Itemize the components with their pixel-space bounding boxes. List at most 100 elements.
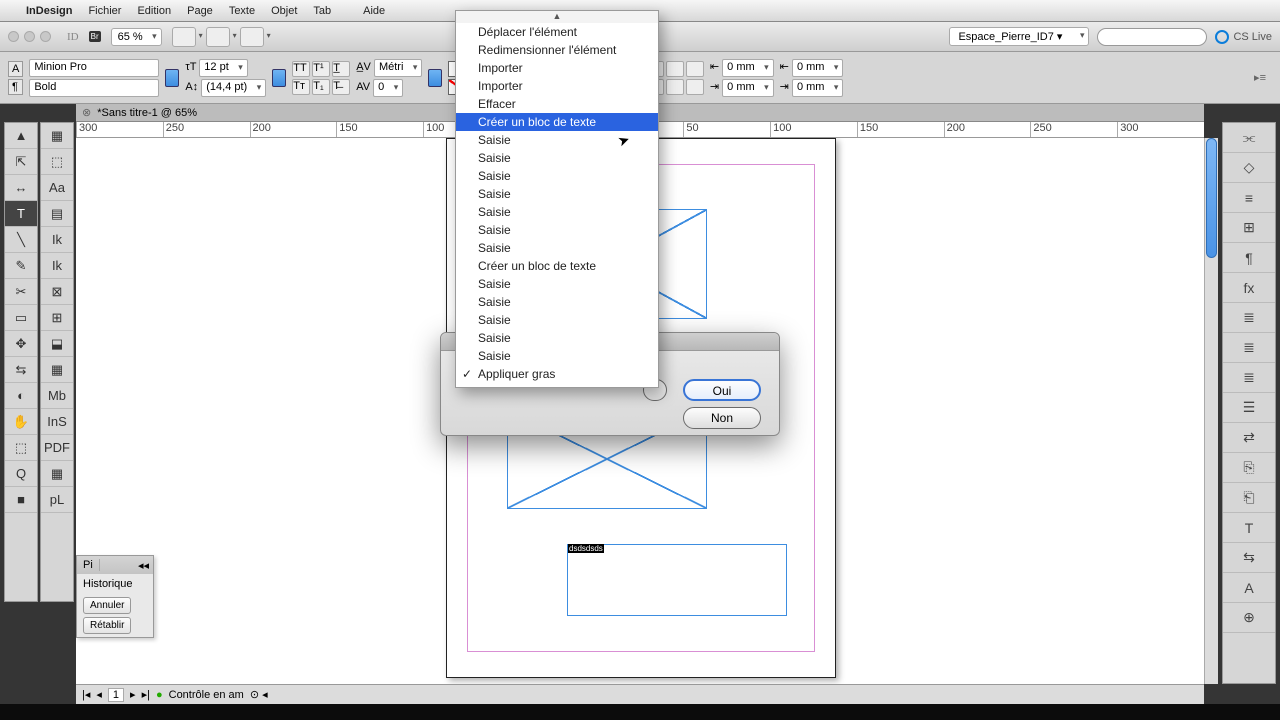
redo-button[interactable]: Rétablir <box>83 617 131 634</box>
panel-shortcut-button[interactable]: ⊞ <box>1223 213 1275 243</box>
tool-button[interactable]: T <box>5 201 37 227</box>
font-stepper[interactable] <box>165 69 179 87</box>
tool-button[interactable]: ✥ <box>5 331 37 357</box>
history-dropdown-menu[interactable]: ▲ Déplacer l'élémentRedimensionner l'élé… <box>455 10 659 388</box>
tool-button[interactable]: ✎ <box>5 253 37 279</box>
search-input[interactable] <box>1097 28 1207 46</box>
history-menu-item[interactable]: Saisie <box>456 311 658 329</box>
tool-button[interactable]: InS <box>41 409 73 435</box>
tool-button[interactable]: ⬚ <box>5 435 37 461</box>
history-menu-item[interactable]: Créer un bloc de texte <box>456 113 658 131</box>
tool-button[interactable]: ⊠ <box>41 279 73 305</box>
history-panel[interactable]: Pi ◂◂ Historique Annuler Rétablir <box>76 555 154 638</box>
panel-shortcut-button[interactable]: ☰ <box>1223 393 1275 423</box>
undo-button[interactable]: Annuler <box>83 597 131 614</box>
tool-button[interactable]: Ik <box>41 227 73 253</box>
menu-scroll-up-icon[interactable]: ▲ <box>456 11 658 23</box>
screen-mode-button[interactable] <box>206 27 230 47</box>
view-options-button[interactable] <box>172 27 196 47</box>
subscript-button[interactable]: T₁ <box>312 79 330 95</box>
allcaps-button[interactable]: TT <box>292 61 310 77</box>
history-menu-item[interactable]: Redimensionner l'élément <box>456 41 658 59</box>
panel-shortcut-button[interactable]: ¶ <box>1223 243 1275 273</box>
history-menu-item[interactable]: Appliquer gras <box>456 365 658 383</box>
tool-button[interactable]: Ik <box>41 253 73 279</box>
align-right-button[interactable] <box>666 61 684 77</box>
font-style-select[interactable]: Bold <box>29 79 159 97</box>
text-frame[interactable]: dsdsdsds <box>567 544 787 616</box>
tool-button[interactable]: ✂ <box>5 279 37 305</box>
status-menu-icon[interactable]: ⊙ ◂ <box>250 688 268 701</box>
history-menu-item[interactable]: Importer <box>456 77 658 95</box>
history-menu-item[interactable]: Saisie <box>456 149 658 167</box>
history-menu-item[interactable]: Saisie <box>456 275 658 293</box>
dialog-yes-button[interactable]: Oui <box>683 379 761 401</box>
history-tab[interactable]: Pi <box>77 559 100 571</box>
prev-page-icon[interactable]: ◂ <box>96 688 102 701</box>
scrollbar-thumb[interactable] <box>1206 138 1217 258</box>
tool-button[interactable]: ▲ <box>5 123 37 149</box>
superscript-button[interactable]: T¹ <box>312 61 330 77</box>
panel-shortcut-button[interactable]: ⊕ <box>1223 603 1275 633</box>
panel-shortcut-button[interactable]: ◇ <box>1223 153 1275 183</box>
menu-aide[interactable]: Aide <box>363 5 385 17</box>
font-size-select[interactable]: 12 pt <box>199 59 247 77</box>
underline-button[interactable]: T̲ <box>332 61 350 77</box>
para-mode-button[interactable]: ¶ <box>8 79 23 95</box>
window-controls[interactable] <box>8 31 51 42</box>
cs-live-button[interactable]: CS Live <box>1215 30 1272 44</box>
arrange-button[interactable] <box>240 27 264 47</box>
tool-button[interactable]: ⇆ <box>5 357 37 383</box>
tool-button[interactable]: ▦ <box>41 461 73 487</box>
panel-shortcut-button[interactable]: fx <box>1223 273 1275 303</box>
panel-menu-icon[interactable]: ▸≡ <box>1248 71 1272 84</box>
panel-shortcut-button[interactable]: ≣ <box>1223 363 1275 393</box>
panel-shortcut-button[interactable]: ⇆ <box>1223 543 1275 573</box>
indent-top2-field[interactable]: 0 mm <box>792 59 844 77</box>
panel-shortcut-button[interactable]: ≣ <box>1223 333 1275 363</box>
char-mode-button[interactable]: A <box>8 61 23 77</box>
tool-button[interactable]: ╲ <box>5 227 37 253</box>
workspace-select[interactable]: Espace_Pierre_ID7 ▾ <box>949 27 1089 46</box>
panel-shortcut-button[interactable]: ⇄ <box>1223 423 1275 453</box>
history-menu-item[interactable]: Saisie <box>456 293 658 311</box>
tool-button[interactable]: ⊞ <box>41 305 73 331</box>
tool-button[interactable]: Q <box>5 461 37 487</box>
tool-button[interactable]: ⬚ <box>41 149 73 175</box>
tool-button[interactable]: ✋ <box>5 409 37 435</box>
menu-page[interactable]: Page <box>187 5 213 17</box>
history-menu-item[interactable]: Déplacer l'élément <box>456 23 658 41</box>
indent-bot2-field[interactable]: 0 mm <box>792 79 844 97</box>
history-menu-item[interactable]: Créer un bloc de texte <box>456 257 658 275</box>
kerning-select[interactable]: Métri <box>374 59 422 77</box>
tool-button[interactable]: ▤ <box>41 201 73 227</box>
first-page-icon[interactable]: |◂ <box>82 688 90 701</box>
last-page-icon[interactable]: ▸| <box>142 688 150 701</box>
selected-text[interactable]: dsdsdsds <box>568 544 604 553</box>
panel-shortcut-button[interactable]: ⫘ <box>1223 123 1275 153</box>
tool-button[interactable]: ↔ <box>5 175 37 201</box>
panel-shortcut-button[interactable]: ≣ <box>1223 303 1275 333</box>
br-badge[interactable]: Br <box>89 31 101 42</box>
tool-button[interactable]: ▦ <box>41 357 73 383</box>
close-tab-icon[interactable]: ⊗ <box>82 106 91 119</box>
panel-shortcut-button[interactable]: A <box>1223 573 1275 603</box>
tool-button[interactable]: ■ <box>5 487 37 513</box>
menu-objet[interactable]: Objet <box>271 5 297 17</box>
menu-fichier[interactable]: Fichier <box>88 5 121 17</box>
tool-button[interactable]: ⬓ <box>41 331 73 357</box>
indent-top-field[interactable]: 0 mm <box>722 59 774 77</box>
history-menu-item[interactable]: Saisie <box>456 329 658 347</box>
history-menu-item[interactable]: Saisie <box>456 203 658 221</box>
smallcaps-button[interactable]: Tᴛ <box>292 79 310 95</box>
leading-select[interactable]: (14,4 pt) <box>201 79 266 97</box>
vertical-scrollbar[interactable] <box>1204 138 1218 684</box>
tool-button[interactable]: Mb <box>41 383 73 409</box>
font-select[interactable]: Minion Pro <box>29 59 159 77</box>
app-name[interactable]: InDesign <box>26 5 72 17</box>
history-menu-item[interactable]: Effacer <box>456 95 658 113</box>
menu-edition[interactable]: Edition <box>137 5 171 17</box>
justify-button[interactable] <box>686 61 704 77</box>
history-menu-item[interactable]: Saisie <box>456 347 658 365</box>
next-page-icon[interactable]: ▸ <box>130 688 136 701</box>
